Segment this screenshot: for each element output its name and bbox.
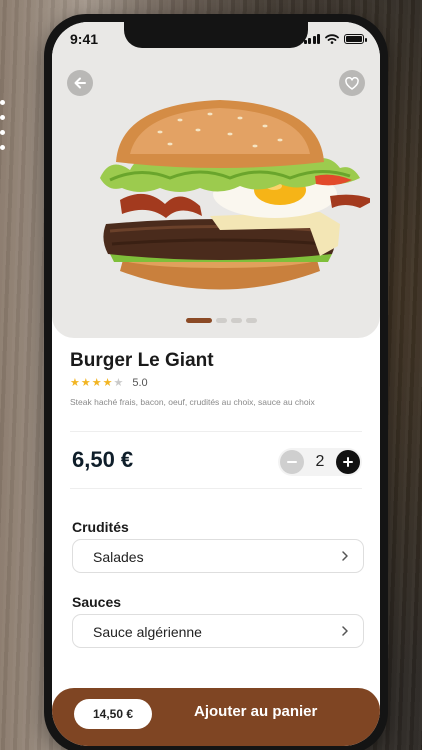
- heart-icon: [345, 76, 359, 90]
- carousel-dot[interactable]: [231, 318, 242, 323]
- favorite-button[interactable]: [339, 70, 365, 96]
- carousel-dot[interactable]: [186, 318, 212, 323]
- product-price: 6,50 €: [72, 447, 134, 472]
- wifi-icon: [325, 34, 339, 44]
- burger-photo: [100, 100, 370, 290]
- signal-icon: [303, 34, 320, 44]
- divider: [70, 488, 362, 489]
- battery-icon: [344, 34, 367, 44]
- status-bar: 9:41: [52, 30, 380, 50]
- sauces-label: Sauces: [72, 594, 122, 610]
- plus-icon: [343, 457, 353, 467]
- product-title: Burger Le Giant: [70, 350, 214, 371]
- decorative-dots: [0, 100, 5, 160]
- star-icon: ★: [70, 376, 80, 389]
- star-icon: ★: [91, 376, 102, 389]
- sauces-select[interactable]: Sauce algérienne: [72, 614, 364, 648]
- product-rating: ★ ★ ★ ★ ★ 5.0: [70, 377, 148, 389]
- increase-quantity-button[interactable]: [336, 450, 360, 474]
- star-icon: ★: [80, 376, 91, 389]
- product-hero: [52, 22, 380, 338]
- star-icon: ★: [102, 376, 113, 389]
- crudites-select[interactable]: Salades: [72, 539, 364, 573]
- app-screen: 9:41 Burger Le Giant ★ ★ ★ ★ ★ 5.0 Steak…: [52, 22, 380, 746]
- image-carousel-indicator[interactable]: [186, 318, 257, 323]
- sauces-value: Sauce algérienne: [93, 624, 202, 640]
- arrow-left-icon: [74, 77, 86, 89]
- add-to-cart-bar[interactable]: 14,50 € Ajouter au panier: [52, 688, 380, 746]
- product-description: Steak haché frais, bacon, oeuf, crudités…: [70, 397, 315, 407]
- star-empty-icon: ★: [113, 376, 124, 389]
- phone-frame: 9:41 Burger Le Giant ★ ★ ★ ★ ★ 5.0 Steak…: [44, 14, 388, 750]
- carousel-dot[interactable]: [246, 318, 257, 323]
- chevron-right-icon: [342, 551, 348, 561]
- rating-score: 5.0: [132, 377, 148, 389]
- chevron-right-icon: [342, 626, 348, 636]
- crudites-label: Crudités: [72, 519, 129, 535]
- crudites-value: Salades: [93, 549, 144, 565]
- carousel-dot[interactable]: [216, 318, 227, 323]
- status-icons: [303, 34, 367, 44]
- status-time: 9:41: [70, 31, 99, 47]
- divider: [70, 431, 362, 432]
- back-button[interactable]: [67, 70, 93, 96]
- add-to-cart-button[interactable]: Ajouter au panier: [194, 703, 317, 720]
- quantity-stepper: 2: [278, 448, 362, 476]
- cart-total: 14,50 €: [74, 699, 152, 729]
